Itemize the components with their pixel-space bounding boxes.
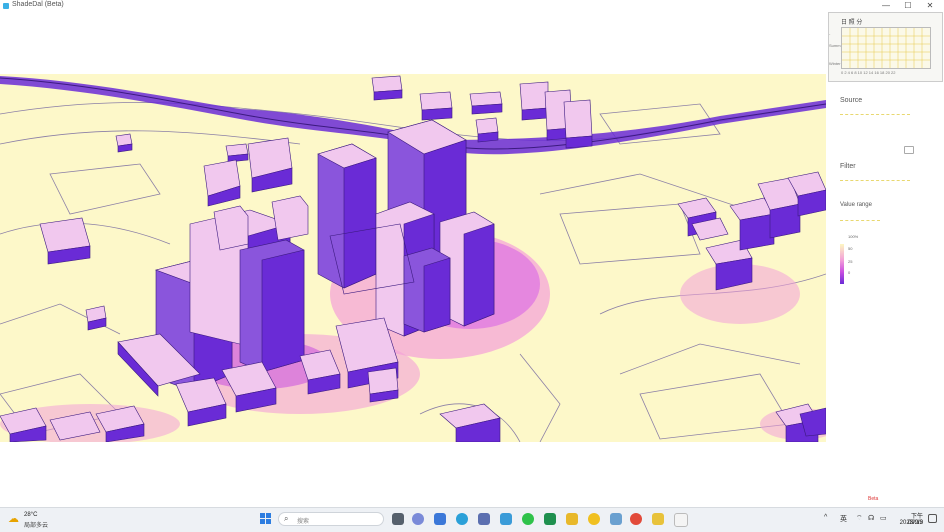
store-icon[interactable]: [478, 513, 490, 525]
pinned-app-icon[interactable]: [544, 513, 556, 525]
tray-overflow-icon[interactable]: ^: [824, 514, 827, 521]
taskbar: ☁ 28°C 局部多云 ⌕ 搜索 ^ 英 ⌔ ☊ ▭ 下午 09:19 2023…: [0, 507, 944, 532]
pinned-app-icon[interactable]: [652, 513, 664, 525]
wechat-icon[interactable]: [522, 513, 534, 525]
filter-label: Filter: [840, 163, 856, 170]
legend-tick: 25: [848, 259, 853, 264]
sun-axis-labels: 0 2 4 6 8 10 12 14 16 18 20 22: [841, 70, 896, 75]
start-button[interactable]: [260, 513, 272, 525]
map-viewport[interactable]: [0, 74, 826, 442]
sun-card-title: 日 照 分: [841, 20, 863, 26]
pinned-app-icon[interactable]: [588, 513, 600, 525]
clock-date[interactable]: 2023/9/3: [897, 520, 923, 526]
sun-side-label: -: [829, 31, 831, 36]
document-icon[interactable]: [674, 513, 688, 527]
title-bar: ShadeDal (Beta) — ☐ ✕: [0, 0, 944, 12]
minimize-button[interactable]: —: [876, 0, 896, 12]
pinned-app-icon[interactable]: [500, 513, 512, 525]
wifi-icon[interactable]: ⌔: [856, 514, 863, 523]
value-range-input[interactable]: [840, 214, 880, 221]
file-explorer-icon[interactable]: [566, 513, 578, 525]
search-placeholder: 搜索: [297, 519, 310, 525]
chat-icon[interactable]: [412, 513, 424, 525]
maximize-button[interactable]: ☐: [898, 0, 918, 12]
battery-icon[interactable]: ▭: [880, 514, 887, 522]
volume-icon[interactable]: ☊: [868, 514, 874, 522]
app-icon: [3, 3, 9, 9]
legend-tick: 0: [848, 270, 851, 275]
filter-select[interactable]: [840, 174, 910, 181]
task-view-icon[interactable]: [392, 513, 404, 525]
value-range-label: Value range: [840, 202, 872, 208]
legend-color-bar: [840, 244, 844, 284]
search-icon: ⌕: [284, 514, 289, 523]
chrome-icon[interactable]: [630, 513, 642, 525]
close-button[interactable]: ✕: [920, 0, 940, 12]
input-method-icon[interactable]: 英: [840, 514, 847, 524]
window-title: ShadeDal (Beta): [12, 1, 64, 8]
widgets-icon[interactable]: [434, 513, 446, 525]
sun-side-label: Summ: [829, 43, 841, 48]
source-select[interactable]: [840, 108, 910, 115]
sun-hours-grid[interactable]: [841, 27, 931, 69]
weather-description[interactable]: 局部多云: [24, 520, 48, 529]
legend-tick: 100%: [848, 234, 859, 239]
shadow-analysis-scene: [0, 74, 826, 442]
beta-tag: Beta: [868, 496, 879, 502]
sun-side-label: Winter: [829, 61, 841, 66]
edge-icon[interactable]: [456, 513, 468, 525]
taskbar-search[interactable]: ⌕ 搜索: [278, 512, 384, 526]
camera-icon[interactable]: [904, 146, 914, 154]
source-label: Source: [840, 97, 863, 104]
analysis-panel: 日 照 分 - Summ Winter 0 2 4 6 8 10 12 14 1…: [828, 12, 944, 492]
legend-tick: 50: [848, 246, 853, 251]
weather-icon[interactable]: ☁: [8, 513, 20, 525]
notification-icon[interactable]: [928, 514, 937, 523]
weather-temperature[interactable]: 28°C: [24, 512, 37, 518]
sun-hours-card: 日 照 分 - Summ Winter 0 2 4 6 8 10 12 14 1…: [828, 12, 943, 82]
pinned-app-icon[interactable]: [610, 513, 622, 525]
